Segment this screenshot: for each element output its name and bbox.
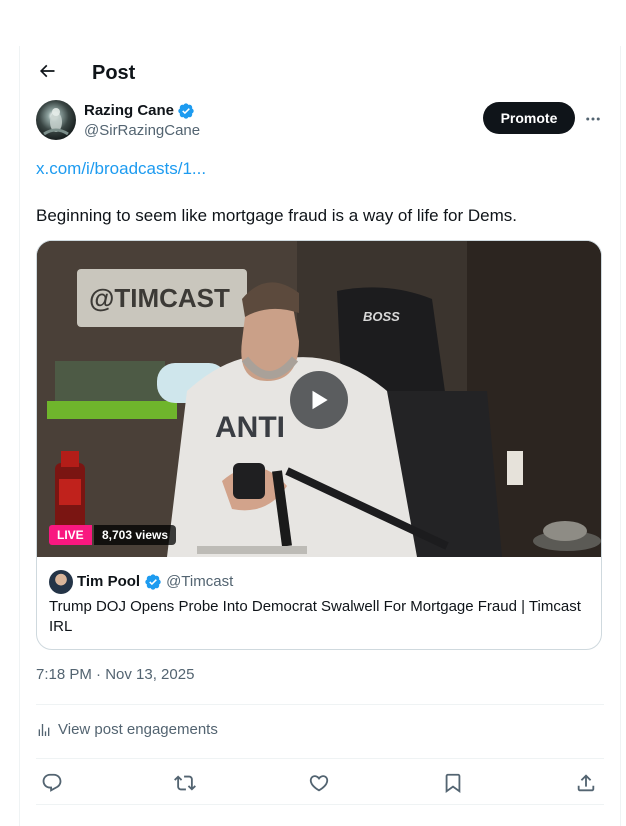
more-options-button[interactable]	[582, 108, 604, 130]
back-button[interactable]	[36, 60, 58, 82]
view-engagements-link[interactable]: View post engagements	[36, 720, 218, 740]
author-name[interactable]: Razing Cane	[84, 101, 200, 121]
author-row: Razing Cane @SirRazingCane Promote	[36, 100, 604, 144]
author-display-name: Razing Cane	[84, 102, 175, 119]
card-meta[interactable]: Tim Pool @Timcast Trump DOJ Opens Probe …	[37, 558, 601, 649]
header: Post	[20, 46, 620, 99]
more-icon	[586, 117, 600, 121]
divider	[36, 804, 604, 805]
page-title: Post	[92, 62, 136, 84]
views-badge: 8,703 views	[94, 525, 177, 545]
bookmark-icon	[445, 773, 461, 794]
bookmark-button[interactable]	[441, 771, 465, 795]
divider	[36, 758, 604, 759]
reply-button[interactable]	[40, 771, 64, 795]
video-player[interactable]: @TIMCAST BOSS ANTI LIVE 8,703 views	[37, 241, 601, 557]
view-engagements-label: View post engagements	[58, 721, 218, 738]
video-hoodie-text: ANTI	[215, 411, 285, 444]
share-icon	[577, 774, 595, 792]
video-chair-text: BOSS	[363, 309, 400, 324]
play-icon	[312, 390, 328, 410]
card-title: Trump DOJ Opens Probe Into Democrat Swal…	[49, 598, 581, 635]
like-button[interactable]	[307, 771, 331, 795]
post-text: Beginning to seem like mortgage fraud is…	[36, 206, 517, 225]
post-timestamp[interactable]: 7:18 PM · Nov 13, 2025	[36, 665, 194, 685]
like-icon	[309, 775, 329, 792]
divider	[36, 704, 604, 705]
verified-badge-icon	[178, 103, 194, 119]
author-handle[interactable]: @SirRazingCane	[84, 121, 200, 141]
play-button[interactable]	[290, 371, 348, 429]
post-link[interactable]: x.com/i/broadcasts/1...	[36, 158, 206, 180]
source-handle: @Timcast	[166, 573, 234, 590]
source-name: Tim Pool	[77, 573, 141, 590]
repost-button[interactable]	[173, 771, 197, 795]
verified-badge-icon	[145, 574, 161, 590]
post-column: Post Razing Cane @SirRazingCane Promote	[19, 46, 621, 826]
author-info: Razing Cane @SirRazingCane	[84, 101, 200, 141]
analytics-icon	[38, 724, 50, 736]
source-avatar	[49, 570, 73, 594]
live-badge: LIVE	[49, 525, 92, 545]
promote-button[interactable]: Promote	[483, 102, 575, 134]
action-bar	[36, 766, 604, 800]
repost-icon	[174, 775, 196, 791]
share-button[interactable]	[574, 771, 598, 795]
avatar[interactable]	[36, 100, 76, 140]
card-source: Tim Pool @Timcast	[49, 570, 233, 594]
reply-icon	[42, 773, 62, 792]
arrow-left-icon	[39, 64, 55, 78]
video-card[interactable]: @TIMCAST BOSS ANTI LIVE 8,703 views Tim …	[36, 240, 602, 650]
video-sign-text: @TIMCAST	[89, 283, 230, 313]
avatar-image	[43, 108, 69, 136]
